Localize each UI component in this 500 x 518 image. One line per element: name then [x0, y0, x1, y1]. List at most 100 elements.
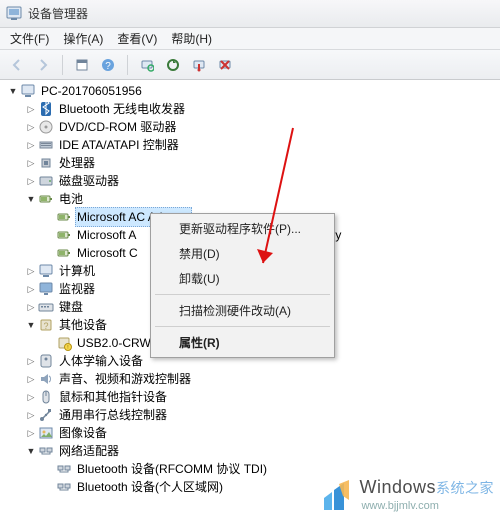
- tree-category[interactable]: ▷ 通用串行总线控制器: [0, 406, 500, 424]
- tree-item-label: 图像设备: [57, 423, 109, 443]
- menu-view[interactable]: 查看(V): [111, 28, 163, 49]
- battery-icon: [56, 227, 72, 243]
- expand-icon[interactable]: ▷: [24, 408, 38, 422]
- computer-icon: [38, 263, 54, 279]
- collapse-icon[interactable]: ▼: [6, 84, 20, 98]
- toolbar-help-button[interactable]: ?: [97, 54, 119, 76]
- monitor-icon: [38, 281, 54, 297]
- tree-category[interactable]: ▷ DVD/CD-ROM 驱动器: [0, 118, 500, 136]
- nav-back-button: [6, 54, 28, 76]
- tree-spacer: [42, 228, 56, 242]
- collapse-icon[interactable]: ▼: [24, 318, 38, 332]
- battery-icon: [56, 209, 72, 225]
- tree-item-label: Microsoft C: [75, 243, 140, 263]
- tree-spacer: [42, 246, 56, 260]
- usb-icon: [38, 407, 54, 423]
- tree-item-label: 电池: [57, 189, 85, 209]
- expand-icon[interactable]: ▷: [24, 156, 38, 170]
- tree-device[interactable]: Bluetooth 设备(个人区域网): [0, 478, 500, 496]
- expand-icon[interactable]: ▷: [24, 372, 38, 386]
- expand-icon[interactable]: ▷: [24, 300, 38, 314]
- expand-icon[interactable]: ▷: [24, 354, 38, 368]
- collapse-icon[interactable]: ▼: [24, 192, 38, 206]
- ctx-scan-hardware[interactable]: 扫描检测硬件改动(A): [153, 298, 332, 323]
- expand-icon[interactable]: ▷: [24, 426, 38, 440]
- tree-item-label: IDE ATA/ATAPI 控制器: [57, 135, 181, 155]
- toolbar-separator: [62, 55, 63, 75]
- hid-icon: [38, 353, 54, 369]
- tree-category[interactable]: ▼ 网络适配器: [0, 442, 500, 460]
- unknown-icon: !: [56, 335, 72, 351]
- ctx-uninstall[interactable]: 卸载(U): [153, 266, 332, 291]
- battery-icon: [56, 245, 72, 261]
- app-icon: [6, 6, 22, 22]
- ctx-update-driver[interactable]: 更新驱动程序软件(P)...: [153, 216, 332, 241]
- tree-category[interactable]: ▷ 鼠标和其他指针设备: [0, 388, 500, 406]
- tree-item-label: DVD/CD-ROM 驱动器: [57, 117, 178, 137]
- expand-icon[interactable]: ▷: [24, 102, 38, 116]
- toolbar-disable-button[interactable]: [188, 54, 210, 76]
- tree-item-label: 键盘: [57, 297, 85, 317]
- window-title: 设备管理器: [28, 5, 88, 22]
- tree-category[interactable]: ▷ IDE ATA/ATAPI 控制器: [0, 136, 500, 154]
- pc-icon: [20, 83, 36, 99]
- nav-forward-button: [32, 54, 54, 76]
- context-menu: 更新驱动程序软件(P)... 禁用(D) 卸载(U) 扫描检测硬件改动(A) 属…: [150, 213, 335, 358]
- toolbar-separator: [127, 55, 128, 75]
- tree-item-label: 声音、视频和游戏控制器: [57, 369, 193, 389]
- cpu-icon: [38, 155, 54, 171]
- toolbar-scan-hardware-button[interactable]: [136, 54, 158, 76]
- network-icon: [38, 443, 54, 459]
- expand-icon[interactable]: ▷: [24, 120, 38, 134]
- mouse-icon: [38, 389, 54, 405]
- tree-item-label: PC-201706051956: [39, 81, 144, 101]
- ctx-disable[interactable]: 禁用(D): [153, 241, 332, 266]
- toolbar-uninstall-button[interactable]: [214, 54, 236, 76]
- tree-item-label: 其他设备: [57, 315, 109, 335]
- tree-item-label: Bluetooth 设备(个人区域网): [75, 477, 225, 497]
- titlebar: 设备管理器: [0, 0, 500, 28]
- ctx-properties[interactable]: 属性(R): [153, 330, 332, 355]
- bluetooth-icon: [38, 101, 54, 117]
- tree-item-label: 鼠标和其他指针设备: [57, 387, 169, 407]
- tree-item-label: 人体学输入设备: [57, 351, 145, 371]
- expand-icon[interactable]: ▷: [24, 390, 38, 404]
- svg-text:?: ?: [105, 61, 111, 72]
- tree-category[interactable]: ▷ 声音、视频和游戏控制器: [0, 370, 500, 388]
- tree-category[interactable]: ▷ 磁盘驱动器: [0, 172, 500, 190]
- menubar: 文件(F) 操作(A) 查看(V) 帮助(H): [0, 28, 500, 50]
- tree-item-label: Bluetooth 无线电收发器: [57, 99, 187, 119]
- tree-category[interactable]: ▼ 电池: [0, 190, 500, 208]
- svg-text:?: ?: [43, 321, 48, 331]
- menu-help[interactable]: 帮助(H): [165, 28, 218, 49]
- tree-device[interactable]: Bluetooth 设备(RFCOMM 协议 TDI): [0, 460, 500, 478]
- toolbar-properties-button[interactable]: [71, 54, 93, 76]
- toolbar: ?: [0, 50, 500, 80]
- tree-category[interactable]: ▷ 图像设备: [0, 424, 500, 442]
- disk-icon: [38, 173, 54, 189]
- image-icon: [38, 425, 54, 441]
- sound-icon: [38, 371, 54, 387]
- menu-action[interactable]: 操作(A): [57, 28, 109, 49]
- tree-item-label: Bluetooth 设备(RFCOMM 协议 TDI): [75, 459, 269, 479]
- tree-item-label: 计算机: [57, 261, 97, 281]
- ctx-separator: [155, 294, 330, 295]
- toolbar-update-driver-button[interactable]: [162, 54, 184, 76]
- expand-icon[interactable]: ▷: [24, 282, 38, 296]
- tree-root[interactable]: ▼ PC-201706051956: [0, 82, 500, 100]
- collapse-icon[interactable]: ▼: [24, 444, 38, 458]
- expand-icon[interactable]: ▷: [24, 174, 38, 188]
- network-icon: [56, 479, 72, 495]
- disc-icon: [38, 119, 54, 135]
- expand-icon[interactable]: ▷: [24, 138, 38, 152]
- tree-item-label: 磁盘驱动器: [57, 171, 121, 191]
- tree-category[interactable]: ▷处理器: [0, 154, 500, 172]
- tree-item-label: 网络适配器: [57, 441, 121, 461]
- other-icon: ?: [38, 317, 54, 333]
- tree-item-label: 通用串行总线控制器: [57, 405, 169, 425]
- tree-spacer: [42, 336, 56, 350]
- menu-file[interactable]: 文件(F): [4, 28, 55, 49]
- expand-icon[interactable]: ▷: [24, 264, 38, 278]
- tree-item-label: USB2.0-CRW: [75, 333, 153, 353]
- tree-category[interactable]: ▷ Bluetooth 无线电收发器: [0, 100, 500, 118]
